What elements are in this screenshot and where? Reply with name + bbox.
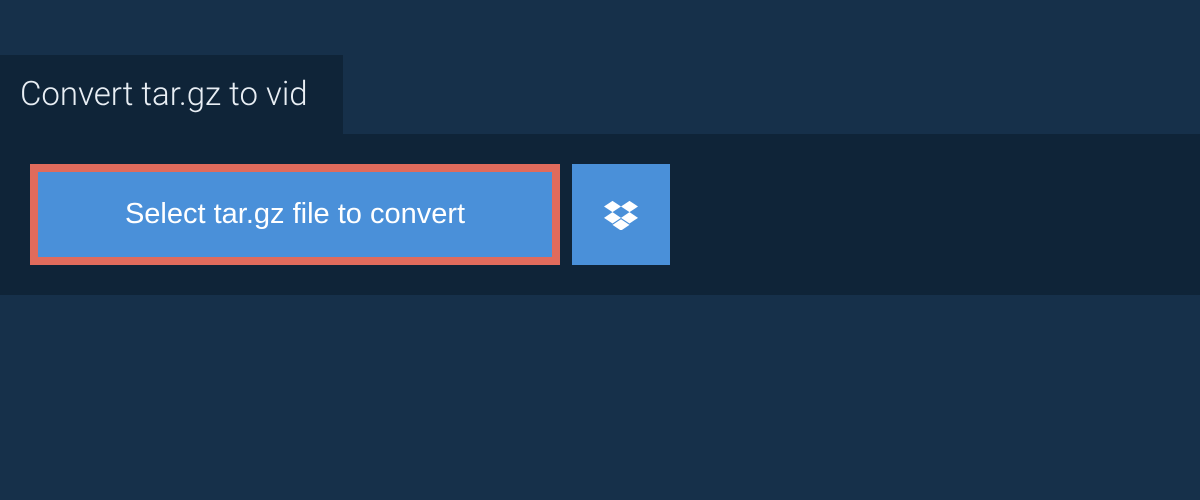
dropbox-icon	[604, 200, 638, 230]
main-panel: Select tar.gz file to convert	[0, 134, 1200, 295]
select-file-button[interactable]: Select tar.gz file to convert	[30, 164, 560, 265]
page-title: Convert tar.gz to vid	[20, 75, 308, 114]
button-row: Select tar.gz file to convert	[30, 164, 1170, 265]
tab-header[interactable]: Convert tar.gz to vid	[0, 55, 343, 134]
dropbox-button[interactable]	[572, 164, 670, 265]
select-file-label: Select tar.gz file to convert	[125, 198, 465, 231]
